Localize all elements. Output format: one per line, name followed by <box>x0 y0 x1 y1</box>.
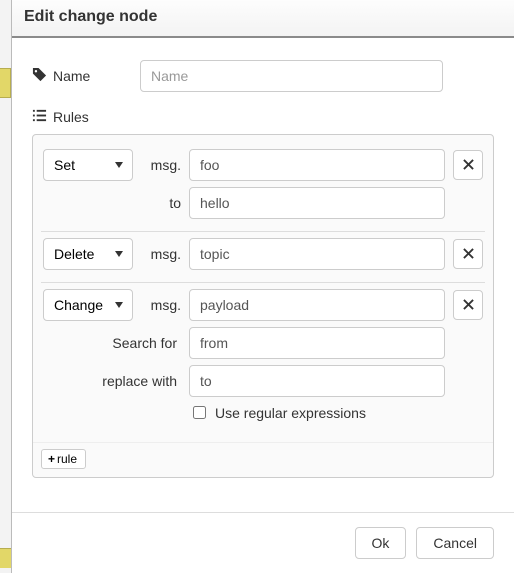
rule-property-input[interactable] <box>189 149 445 181</box>
rule-type-select[interactable]: Delete <box>43 238 133 270</box>
add-rule-label: rule <box>57 452 77 466</box>
rule-search-input[interactable] <box>189 327 445 359</box>
rule-row: Delete msg. <box>41 231 485 282</box>
name-input[interactable] <box>140 60 443 92</box>
rule-row: Change msg. <box>41 282 485 434</box>
use-regex-checkbox[interactable] <box>193 406 206 419</box>
msg-prefix-label: msg. <box>141 246 181 262</box>
rule-type-select-wrap: Set <box>43 149 133 181</box>
plus-icon: + <box>48 452 55 466</box>
add-rule-row: + rule <box>33 442 493 477</box>
cancel-button[interactable]: Cancel <box>416 527 494 559</box>
delete-rule-button[interactable] <box>453 290 483 320</box>
panel-footer: Ok Cancel <box>12 512 514 573</box>
name-label-text: Name <box>53 68 90 84</box>
list-icon <box>32 108 47 126</box>
tag-icon <box>32 67 47 85</box>
panel-body: Name Rules <box>12 38 514 512</box>
rule-type-select-wrap: Delete <box>43 238 133 270</box>
msg-prefix-label: msg. <box>141 157 181 173</box>
ok-button[interactable]: Ok <box>355 527 407 559</box>
background-node-fragment <box>0 68 11 98</box>
rule-to-input[interactable] <box>189 187 445 219</box>
add-rule-button[interactable]: + rule <box>41 449 86 469</box>
panel-title: Edit change node <box>24 8 157 25</box>
use-regex-label: Use regular expressions <box>215 405 366 421</box>
background-node-fragment <box>0 548 11 568</box>
rules-scroll[interactable]: Set msg. <box>33 135 493 442</box>
rule-type-select[interactable]: Change <box>43 289 133 321</box>
to-label: to <box>141 195 181 211</box>
close-icon <box>463 158 474 173</box>
rule-property-input[interactable] <box>189 289 445 321</box>
close-icon <box>463 247 474 262</box>
edit-panel: Edit change node Name Rules <box>11 0 514 573</box>
rule-row: Set msg. <box>41 143 485 231</box>
rule-property-input[interactable] <box>189 238 445 270</box>
delete-rule-button[interactable] <box>453 239 483 269</box>
delete-rule-button[interactable] <box>453 150 483 180</box>
rule-type-select[interactable]: Set <box>43 149 133 181</box>
name-row: Name <box>32 60 494 92</box>
rules-label: Rules <box>32 108 89 126</box>
rules-container: Set msg. <box>32 134 494 478</box>
rules-label-text: Rules <box>53 109 89 125</box>
name-label: Name <box>32 67 140 85</box>
regex-row: Use regular expressions <box>189 403 483 422</box>
rule-replace-input[interactable] <box>189 365 445 397</box>
replace-with-label: replace with <box>43 373 181 389</box>
msg-prefix-label: msg. <box>141 297 181 313</box>
search-for-label: Search for <box>43 335 181 351</box>
close-icon <box>463 298 474 313</box>
rule-type-select-wrap: Change <box>43 289 133 321</box>
rules-label-row: Rules <box>32 108 494 126</box>
panel-header: Edit change node <box>12 0 514 38</box>
